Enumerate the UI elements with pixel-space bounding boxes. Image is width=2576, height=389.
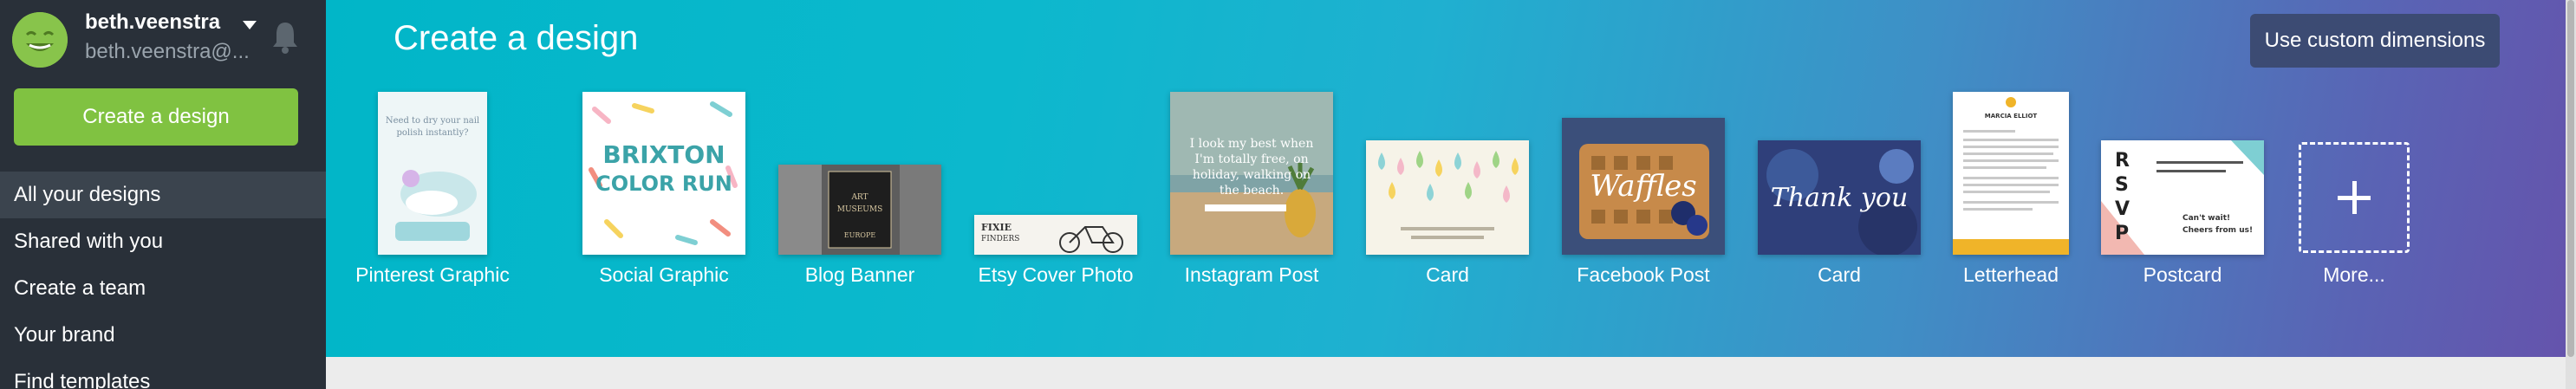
- svg-text:MUSEUMS: MUSEUMS: [837, 205, 883, 214]
- banner-title: Create a design: [394, 19, 639, 57]
- svg-text:Can't wait!: Can't wait!: [2182, 214, 2230, 223]
- svg-text:FINDERS: FINDERS: [981, 235, 1019, 243]
- tile-label: Letterhead: [1963, 263, 2059, 286]
- tile-label: Etsy Cover Photo: [978, 263, 1134, 286]
- custom-dimensions-button[interactable]: Use custom dimensions: [2250, 14, 2500, 68]
- tile-thumbnail: I look my best when I'm totally free, on…: [1170, 92, 1333, 255]
- tile-label: Social Graphic: [599, 263, 729, 286]
- tile-thumbnail: Need to dry your nail polish instantly?: [378, 92, 487, 255]
- tile-label: Pinterest Graphic: [355, 263, 510, 286]
- scrollbar-thumb[interactable]: [2567, 0, 2574, 357]
- tile-label: Instagram Post: [1184, 263, 1319, 286]
- svg-text:Cheers from us!: Cheers from us!: [2182, 226, 2253, 235]
- create-design-banner: Create a design Use custom dimensions Ne…: [326, 0, 2576, 357]
- svg-text:COLOR RUN: COLOR RUN: [595, 172, 732, 196]
- svg-text:Need to dry your nail: Need to dry your nail: [386, 116, 479, 126]
- svg-text:I look my best when: I look my best when: [1190, 137, 1314, 151]
- tile-label: Postcard: [2143, 263, 2222, 286]
- svg-text:V: V: [2115, 198, 2130, 220]
- tile-label: More...: [2323, 263, 2385, 286]
- sidebar: beth.veenstra beth.veenstra@... Create a…: [0, 0, 345, 389]
- svg-text:BRIXTON: BRIXTON: [602, 140, 725, 169]
- svg-text:Thank you: Thank you: [1771, 183, 1909, 213]
- svg-text:R: R: [2115, 150, 2130, 172]
- tile-thumbnail: [1366, 140, 1529, 255]
- svg-text:the beach.: the beach.: [1220, 184, 1284, 198]
- tile-thumbnail: R S V P Can't wait! Cheers from us!: [2101, 140, 2264, 255]
- tile-label: Card: [1426, 263, 1469, 286]
- chevron-down-icon[interactable]: [241, 19, 258, 31]
- sidebar-item-all-designs[interactable]: All your designs: [0, 172, 345, 218]
- sidebar-item-create-team[interactable]: Create a team: [0, 265, 326, 312]
- designs-content-area: [326, 357, 2566, 389]
- svg-text:FIXIE: FIXIE: [981, 222, 1012, 233]
- tile-thumbnail: Waffles: [1562, 118, 1725, 255]
- svg-text:polish instantly?: polish instantly?: [397, 128, 469, 138]
- svg-text:ART: ART: [850, 193, 868, 202]
- more-designs-box: [2299, 142, 2410, 253]
- tile-thumbnail: Thank you: [1758, 140, 1921, 255]
- svg-text:MARCIA ELLIOT: MARCIA ELLIOT: [1985, 113, 2038, 120]
- sidebar-item-brand[interactable]: Your brand: [0, 312, 326, 359]
- user-email: beth.veenstra@...: [85, 40, 250, 63]
- avatar[interactable]: [12, 12, 68, 68]
- smiley-icon: [12, 12, 68, 68]
- tile-label: Card: [1818, 263, 1861, 286]
- sidebar-item-templates[interactable]: Find templates: [0, 359, 326, 389]
- tile-thumbnail: FIXIE FINDERS: [974, 215, 1137, 255]
- svg-text:EUROPE: EUROPE: [844, 231, 876, 239]
- sidebar-nav: All your designs Shared with you Create …: [0, 172, 345, 389]
- bell-icon[interactable]: [270, 19, 300, 54]
- sidebar-item-shared[interactable]: Shared with you: [0, 218, 326, 265]
- svg-text:holiday, walking on: holiday, walking on: [1193, 168, 1311, 182]
- tile-label: Facebook Post: [1577, 263, 1710, 286]
- svg-text:I'm totally free, on: I'm totally free, on: [1194, 152, 1308, 166]
- tile-thumbnail: BRIXTON COLOR RUN: [582, 92, 745, 255]
- svg-text:Waffles: Waffles: [1590, 169, 1696, 204]
- user-menu[interactable]: beth.veenstra beth.veenstra@...: [0, 0, 326, 78]
- create-design-button[interactable]: Create a design: [14, 88, 298, 146]
- tile-thumbnail: MARCIA ELLIOT: [1953, 92, 2069, 255]
- svg-text:P: P: [2115, 223, 2129, 244]
- svg-text:S: S: [2115, 174, 2129, 196]
- username: beth.veenstra: [85, 10, 221, 34]
- tile-thumbnail: ART MUSEUMS EUROPE: [778, 165, 941, 255]
- tile-label: Blog Banner: [804, 263, 915, 286]
